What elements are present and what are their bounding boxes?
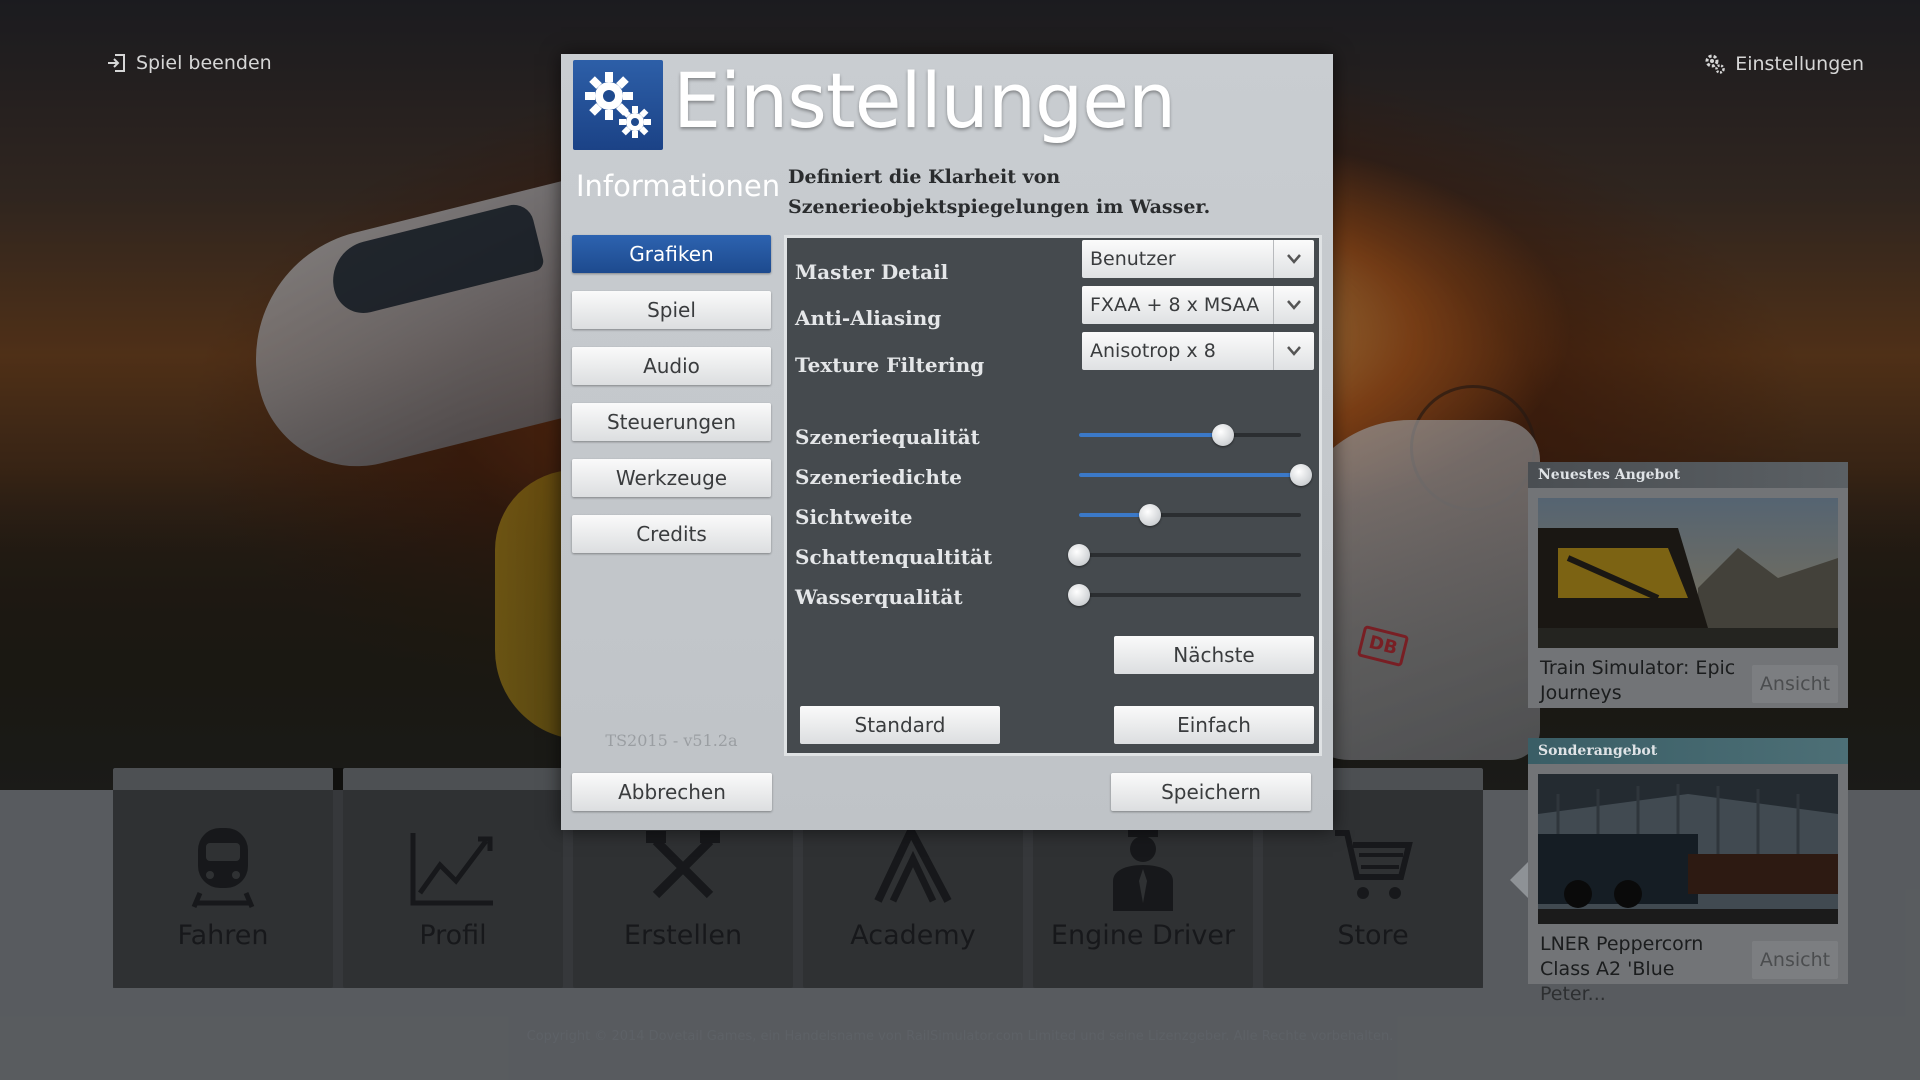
version-label: TS2015 - v51.2a — [605, 731, 738, 750]
exit-icon — [106, 52, 128, 74]
settings-logo-box — [573, 60, 663, 150]
settings-link-label: Einstellungen — [1735, 53, 1864, 75]
shadow-quality-label: Schattenqualtität — [795, 545, 993, 569]
save-button[interactable]: Speichern — [1111, 773, 1311, 811]
standard-button[interactable]: Standard — [800, 706, 1000, 744]
texture-filtering-dropdown[interactable]: Anisotrop x 8 — [1082, 332, 1314, 370]
anti-aliasing-value: FXAA + 8 x MSAA — [1090, 294, 1260, 316]
offer-special[interactable]: Sonderangebot LNER Peppercorn Class A2 '… — [1528, 738, 1848, 1005]
scenery-density-slider[interactable] — [1079, 463, 1312, 487]
settings-link[interactable]: Einstellungen — [1703, 52, 1864, 76]
gears-icon — [585, 72, 651, 138]
nav-grafiken[interactable]: Grafiken — [572, 235, 771, 273]
slider-knob[interactable] — [1068, 544, 1090, 566]
setting-description: Definiert die Klarheit von Szenerieobjek… — [788, 166, 1211, 218]
slider-knob[interactable] — [1212, 424, 1235, 446]
scenery-quality-label: Szeneriequalität — [795, 425, 980, 449]
water-quality-slider[interactable] — [1068, 583, 1301, 607]
section-label: Informationen — [576, 169, 781, 203]
offer-newest-body: Train Simulator: Epic Journeys Ansicht — [1528, 488, 1848, 708]
nav-audio[interactable]: Audio — [572, 347, 771, 385]
quit-game-label: Spiel beenden — [136, 52, 272, 74]
shadow-quality-slider[interactable] — [1068, 543, 1301, 567]
offer-special-body: LNER Peppercorn Class A2 'Blue Peter... … — [1528, 764, 1848, 1005]
next-button[interactable]: Nächste — [1114, 636, 1314, 674]
slider-fill — [1079, 433, 1224, 437]
slider-track — [1079, 553, 1301, 557]
texture-filtering-value: Anisotrop x 8 — [1090, 340, 1216, 362]
slider-fill — [1079, 473, 1301, 477]
slider-knob[interactable] — [1139, 504, 1162, 526]
simple-button[interactable]: Einfach — [1114, 706, 1314, 744]
offer-special-heading: Sonderangebot — [1528, 738, 1848, 764]
chevron-down-icon[interactable] — [1273, 286, 1314, 324]
water-quality-label: Wasserqualität — [795, 585, 963, 609]
view-distance-label: Sichtweite — [795, 505, 913, 529]
chevron-down-icon[interactable] — [1273, 332, 1314, 370]
dialog-title: Einstellungen — [673, 56, 1176, 145]
slider-knob[interactable] — [1068, 584, 1090, 606]
offer-newest-dim — [1528, 488, 1848, 708]
nav-spiel[interactable]: Spiel — [572, 291, 771, 329]
offer-pointer-arrow — [1510, 862, 1528, 898]
scenery-quality-slider[interactable] — [1079, 423, 1301, 447]
scenery-density-label: Szeneriedichte — [795, 465, 962, 489]
offer-newest[interactable]: Neuestes Angebot Train Simulator: Epic J… — [1528, 462, 1848, 708]
nav-werkzeuge[interactable]: Werkzeuge — [572, 459, 771, 497]
anti-aliasing-dropdown[interactable]: FXAA + 8 x MSAA — [1082, 286, 1314, 324]
cancel-button[interactable]: Abbrechen — [572, 773, 772, 811]
offer-newest-heading: Neuestes Angebot — [1528, 462, 1848, 488]
graphics-settings-panel: Master Detail Benutzer Anti-Aliasing FXA… — [784, 235, 1322, 756]
master-detail-dropdown[interactable]: Benutzer — [1082, 240, 1314, 278]
quit-game-button[interactable]: Spiel beenden — [106, 52, 272, 74]
nav-steuerungen[interactable]: Steuerungen — [572, 403, 771, 441]
nav-credits[interactable]: Credits — [572, 515, 771, 553]
copyright-text: Copyright © 2014 Dovetail Games, ein Han… — [526, 1029, 1394, 1044]
settings-dialog: Einstellungen Informationen Definiert di… — [561, 54, 1333, 830]
master-detail-value: Benutzer — [1090, 248, 1176, 270]
gear-icon — [1703, 52, 1727, 76]
chevron-down-icon[interactable] — [1273, 240, 1314, 278]
view-distance-slider[interactable] — [1079, 503, 1301, 527]
offer-special-dim — [1528, 764, 1848, 984]
texture-filtering-label: Texture Filtering — [795, 353, 985, 377]
slider-track — [1079, 593, 1301, 597]
master-detail-label: Master Detail — [795, 260, 949, 284]
anti-aliasing-label: Anti-Aliasing — [795, 306, 942, 330]
slider-knob[interactable] — [1290, 464, 1312, 486]
